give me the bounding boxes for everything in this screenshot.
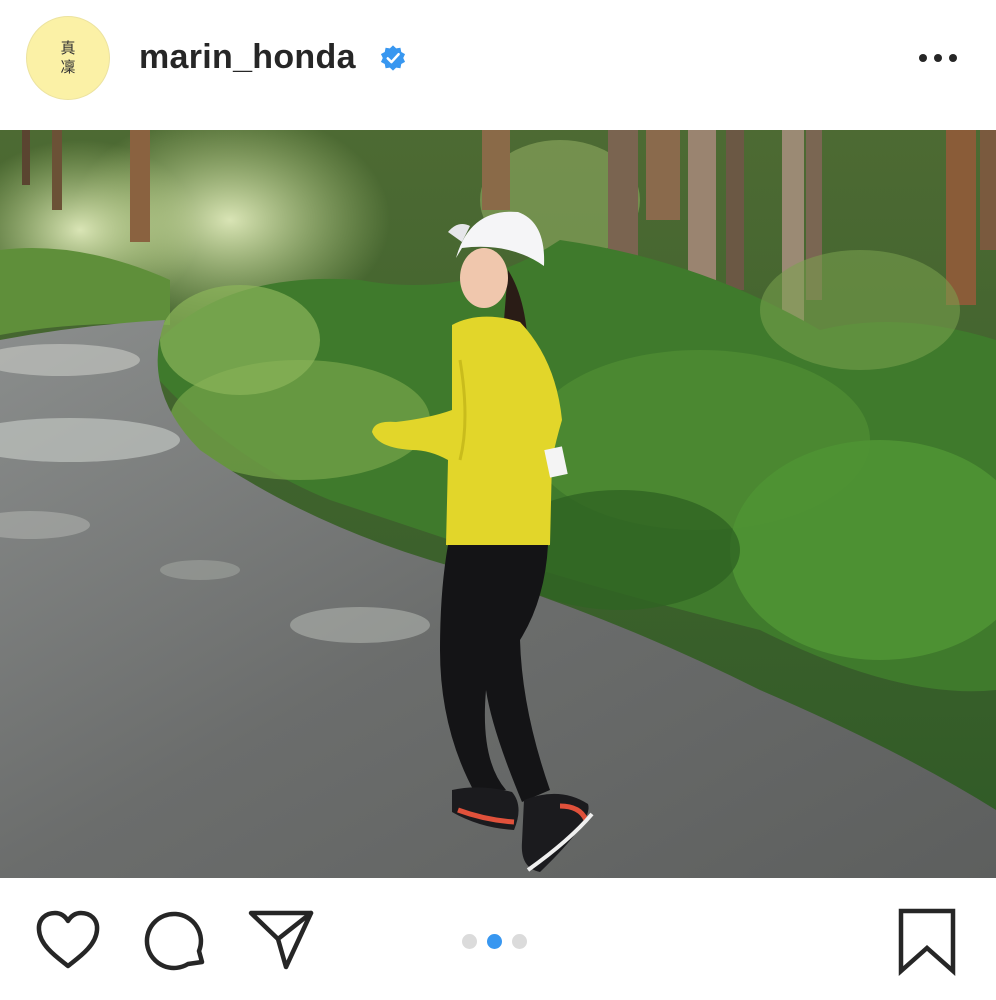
more-horizontal-icon[interactable] [916, 46, 960, 70]
avatar-char-1: 真 [60, 39, 76, 57]
forest-path-photo [0, 130, 996, 878]
avatar[interactable]: 真 凜 [26, 16, 110, 100]
comment-icon[interactable] [144, 909, 208, 973]
carousel-dot-active [487, 934, 502, 949]
post-photo[interactable] [0, 130, 996, 878]
bookmark-icon[interactable] [896, 908, 958, 976]
carousel-dot [512, 934, 527, 949]
share-icon[interactable] [248, 909, 314, 971]
carousel-dot [462, 934, 477, 949]
post-header: 真 凜 marin_honda [0, 0, 996, 130]
username[interactable]: marin_honda [139, 38, 356, 77]
avatar-char-2: 凜 [60, 58, 76, 76]
carousel-indicator [462, 934, 527, 949]
heart-icon[interactable] [34, 910, 102, 972]
verified-badge-icon [380, 45, 406, 71]
